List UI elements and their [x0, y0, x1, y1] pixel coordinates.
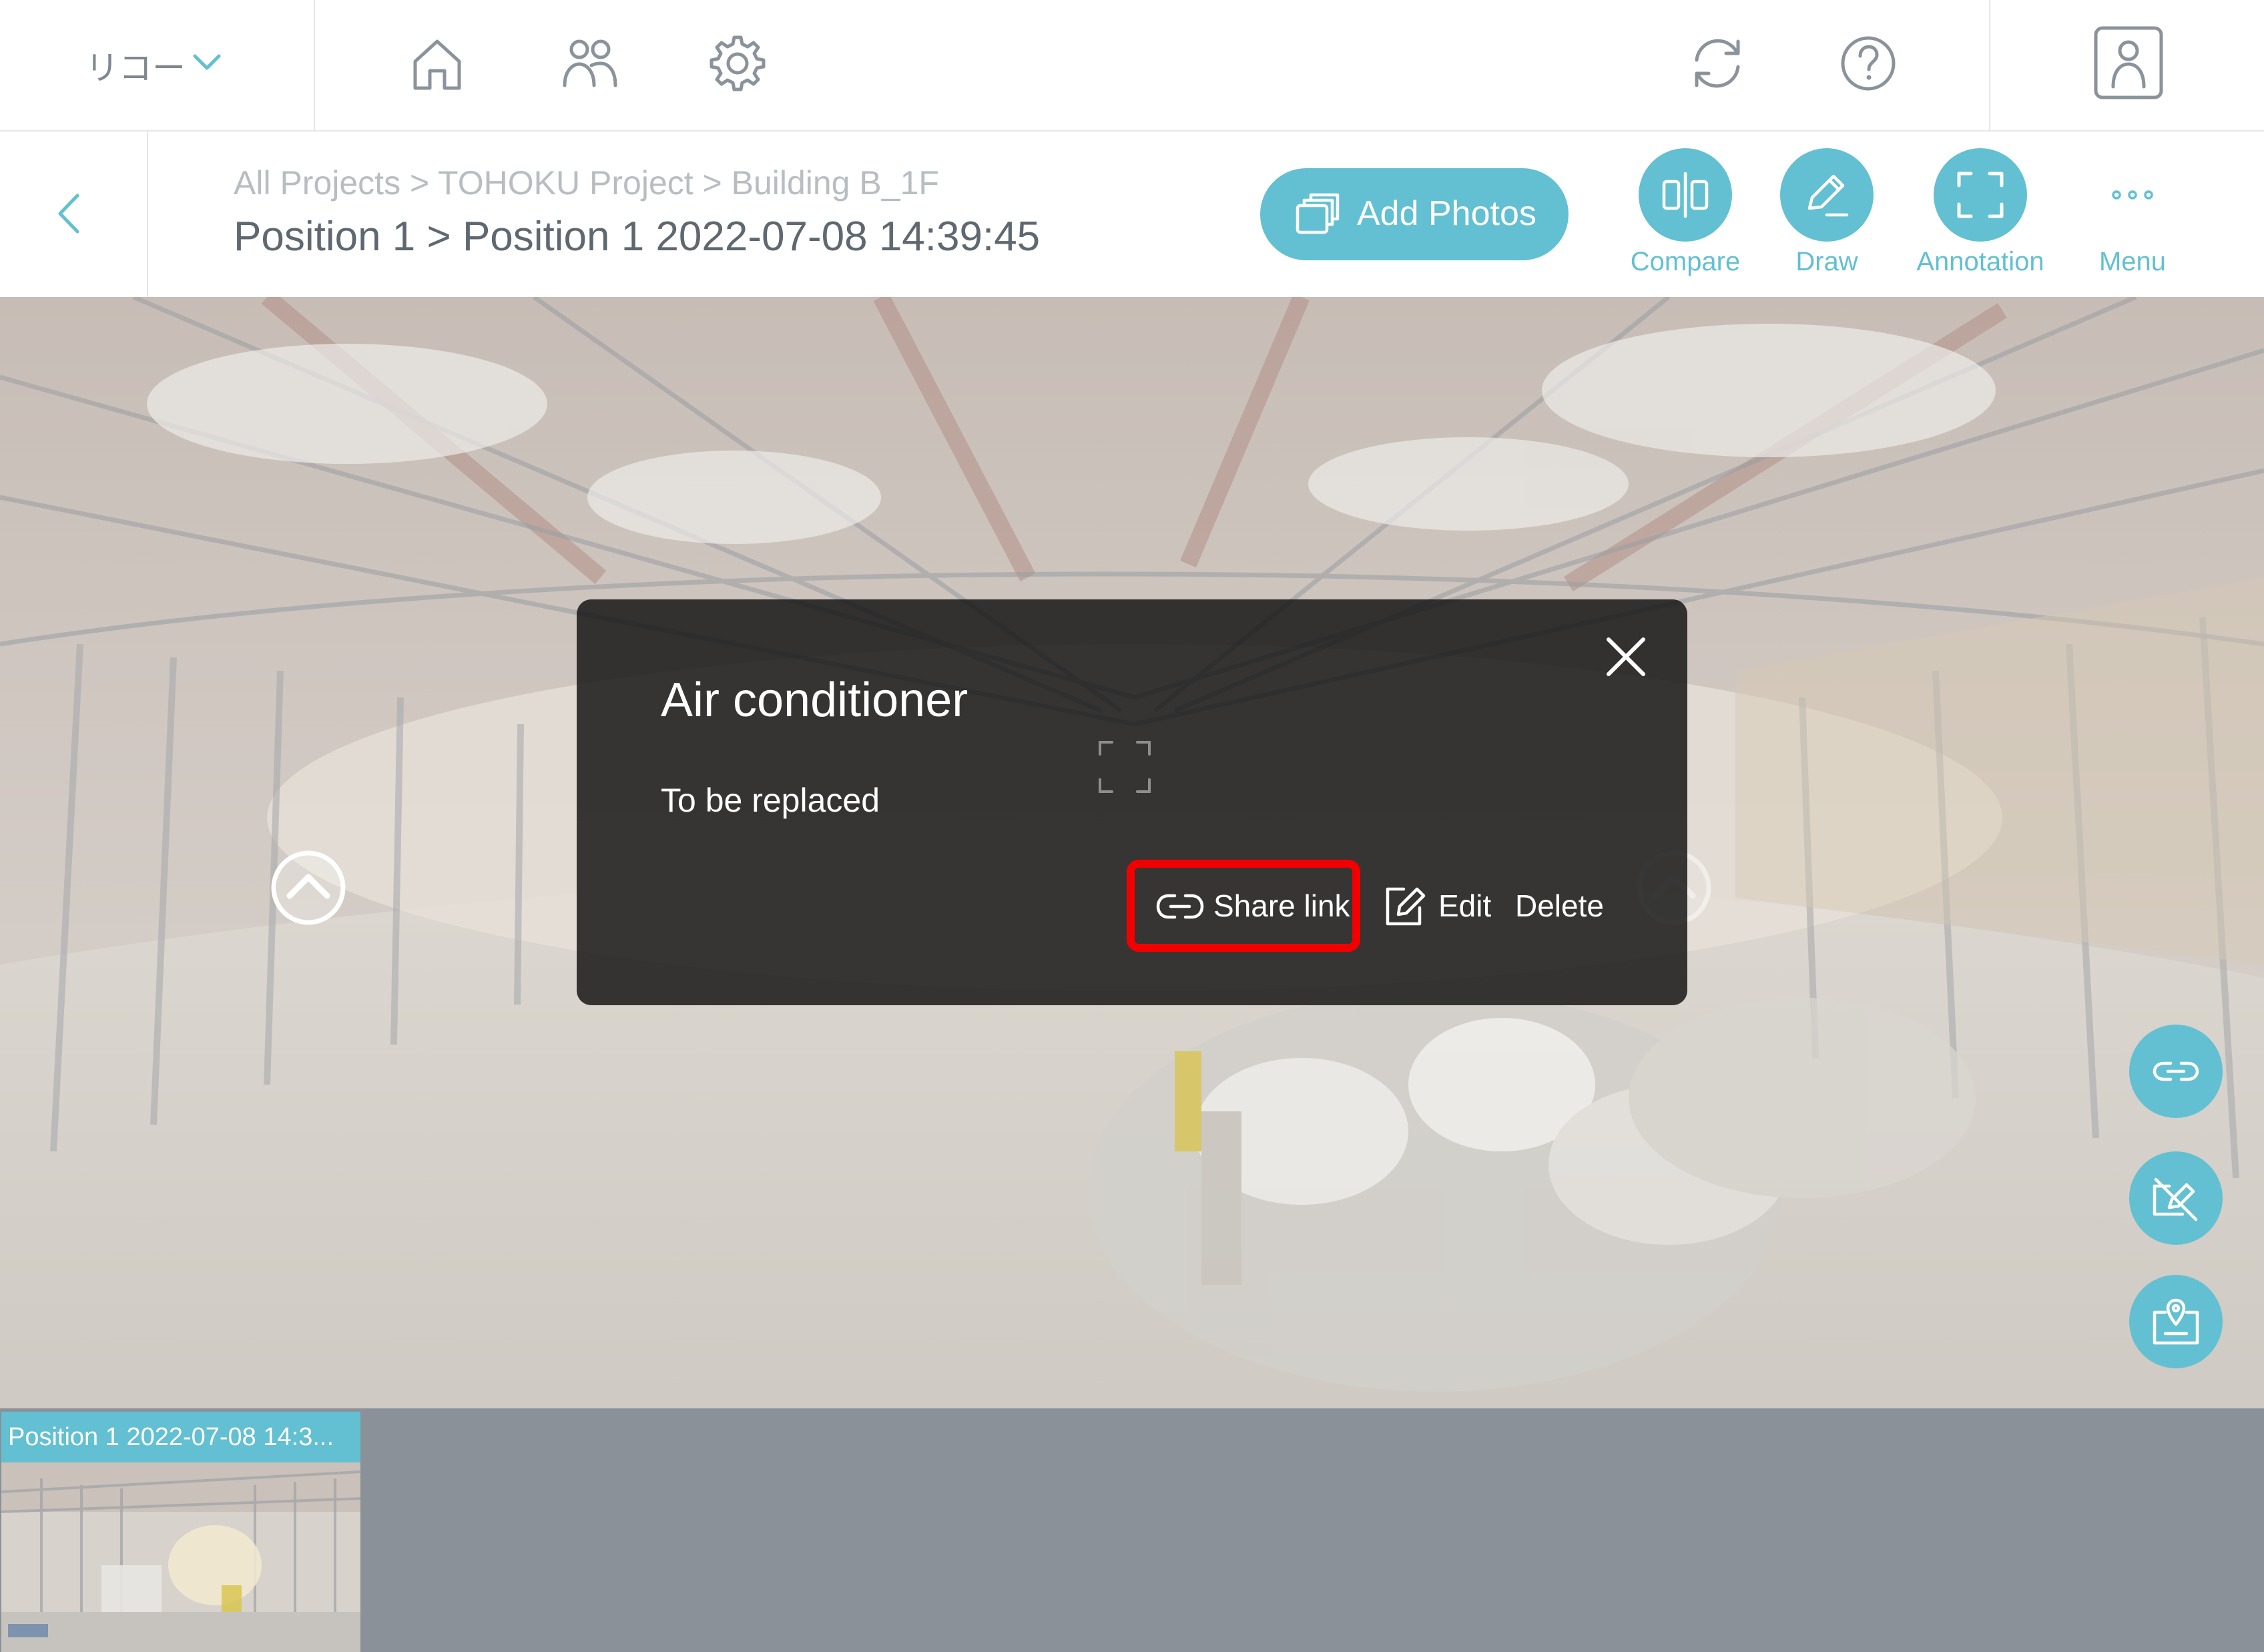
menu-label: Menu: [2098, 247, 2167, 276]
page-header: All Projects > TOHOKU Project > Building…: [0, 131, 2264, 297]
delete-button[interactable]: Delete: [1515, 888, 1604, 924]
more-dots-icon: [2112, 190, 2153, 200]
navigate-arrow-icon[interactable]: [268, 848, 348, 928]
photo-thumbnail[interactable]: Position 1 2022-07-08 14:3...: [1, 1412, 360, 1652]
annotation-description: To be replaced: [661, 782, 880, 819]
link-icon: [2153, 1061, 2199, 1081]
pencil-icon: [1807, 174, 1849, 217]
photo-timeline-strip: Position 1 2022-07-08 14:3...: [0, 1408, 2264, 1652]
menu-button[interactable]: Menu: [2062, 148, 2203, 288]
compare-icon: [1662, 172, 1709, 218]
annotation-frame-icon: [1957, 172, 2004, 218]
annotation-title: Air conditioner: [661, 673, 968, 727]
home-icon[interactable]: [400, 27, 474, 100]
gear-icon[interactable]: [701, 27, 774, 100]
close-icon[interactable]: [1603, 634, 1649, 679]
link-icon: [1156, 894, 1204, 919]
users-icon[interactable]: [553, 27, 626, 100]
annotation-hidden-icon: [2153, 1177, 2198, 1221]
draw-button[interactable]: Draw: [1757, 148, 1897, 288]
page-title: Position 1 > Position 1 2022-07-08 14:39…: [234, 214, 1041, 260]
user-account-icon[interactable]: [2092, 24, 2165, 101]
sync-icon[interactable]: [1681, 27, 1754, 100]
organization-name: リコー: [85, 49, 186, 87]
add-photos-button[interactable]: Add Photos: [1260, 168, 1569, 260]
map-pin-icon: [2153, 1298, 2199, 1345]
thumbnail-label: Position 1 2022-07-08 14:3...: [1, 1412, 360, 1462]
annotation-popup: Air conditioner To be replaced Share lin…: [577, 599, 1687, 1005]
annotation-frame-icon: [1099, 741, 1151, 793]
back-button[interactable]: [0, 131, 148, 297]
top-navigation-bar: リコー: [0, 0, 2264, 131]
breadcrumb[interactable]: All Projects > TOHOKU Project > Building…: [234, 164, 939, 202]
annotation-button[interactable]: Annotation: [1910, 148, 2050, 288]
compare-button[interactable]: Compare: [1615, 148, 1755, 288]
chevron-left-icon: [58, 194, 79, 234]
add-photos-label: Add Photos: [1357, 194, 1536, 233]
share-link-floating-button[interactable]: [2129, 1025, 2223, 1118]
account-area: [1989, 0, 2264, 130]
edit-label: Edit: [1438, 888, 1492, 923]
floor-plan-button[interactable]: [2129, 1275, 2223, 1368]
organization-selector[interactable]: リコー: [0, 0, 315, 130]
help-icon[interactable]: [1831, 27, 1905, 100]
hide-annotations-button[interactable]: [2129, 1151, 2223, 1245]
share-link-label: Share link: [1213, 888, 1350, 923]
chevron-down-icon: [193, 54, 221, 70]
photos-stack-icon: [1296, 193, 1340, 234]
edit-icon: [1386, 887, 1426, 926]
